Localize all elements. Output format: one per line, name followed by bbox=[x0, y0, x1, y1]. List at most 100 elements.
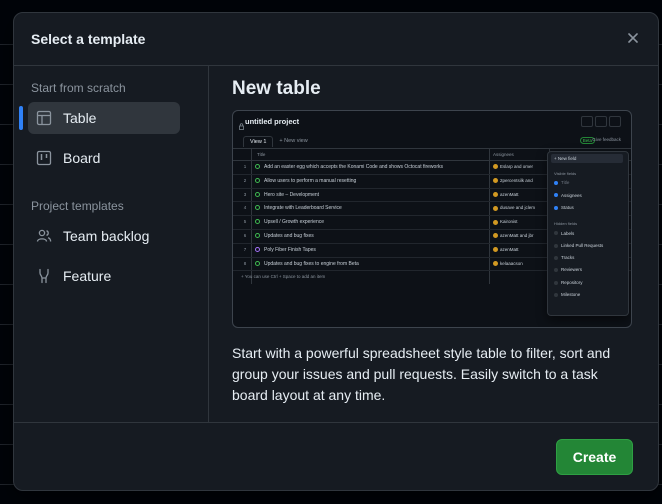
preview-field-label: Assignees bbox=[561, 192, 582, 198]
issue-status-icon bbox=[255, 177, 260, 183]
preview-feedback: Give feedback bbox=[592, 137, 621, 142]
sidebar-item-label: Feature bbox=[63, 268, 112, 284]
issue-status-icon bbox=[255, 191, 260, 197]
template-dialog: Select a template Start from scratch Tab… bbox=[13, 12, 659, 491]
preview-row-assignee: Eslarp and omer bbox=[500, 164, 534, 169]
preview-field-label: Tracks bbox=[561, 255, 575, 261]
preview-row-assignee-cell: kelaaacson bbox=[493, 261, 549, 266]
board-icon bbox=[35, 149, 53, 167]
preview-row-title: Poly Fiber Finish Tapes bbox=[264, 246, 316, 253]
preview-row-number: 1 bbox=[243, 164, 247, 169]
preview-tabs: View 1 + New view bbox=[243, 134, 308, 148]
preview-row-assignee: azenMatt bbox=[500, 246, 519, 252]
preview-row-title: Upsell / Growth experience bbox=[264, 219, 325, 226]
issue-status-icon bbox=[255, 260, 260, 266]
sidebar-item-board[interactable]: Board bbox=[28, 142, 180, 174]
avatar bbox=[493, 164, 498, 170]
sidebar-item-team-backlog[interactable]: Team backlog bbox=[28, 220, 180, 252]
avatar bbox=[493, 178, 498, 184]
toggle-dot-icon bbox=[554, 292, 558, 297]
preview-hidden-field: Milestone bbox=[554, 292, 580, 297]
toggle-dot-icon bbox=[554, 268, 558, 273]
preview-col-assignees: Assignees bbox=[493, 152, 514, 157]
preview-project-title: untitled project bbox=[245, 117, 300, 126]
preview-add-item: + You can use Ctrl + Space to add an ite… bbox=[241, 274, 326, 280]
preview-row-assignee-cell: dusave and jclem bbox=[493, 205, 549, 211]
preview-row-title: Integrate with Leaderboard Service bbox=[264, 205, 342, 212]
preview-new-field: + New field bbox=[554, 156, 577, 161]
preview-row-number: 8 bbox=[243, 260, 247, 266]
preview-row-assignee: 2percentsilk and bbox=[500, 177, 533, 183]
preview-hidden-field: Linked Pull Requests bbox=[554, 243, 603, 248]
preview-tab-view1: View 1 bbox=[243, 135, 274, 147]
preview-field-label: Repository bbox=[561, 279, 583, 285]
preview-hidden-field: Repository bbox=[554, 280, 583, 285]
preview-field-label: Title bbox=[561, 180, 570, 185]
preview-row-assignee: azenMatt bbox=[500, 191, 519, 197]
preview-row-title: Add an easter egg which accepts the Kona… bbox=[264, 164, 443, 170]
preview-visible-field: Assignees bbox=[554, 193, 582, 198]
preview-field-label: Labels bbox=[561, 230, 575, 236]
preview-hidden-field: Reviewers bbox=[554, 267, 582, 272]
toggle-dot-icon bbox=[554, 231, 558, 236]
toggle-dot-icon bbox=[554, 193, 558, 198]
issue-status-icon bbox=[255, 246, 260, 252]
sidebar-item-label: Board bbox=[63, 150, 101, 166]
sidebar-item-table[interactable]: Table bbox=[28, 102, 180, 134]
preview-row-assignee-cell: azenMatt and jbr bbox=[493, 232, 549, 239]
people-icon bbox=[35, 227, 53, 245]
preview-row-assignee-cell: azenMatt bbox=[493, 246, 549, 253]
toggle-dot-icon bbox=[554, 180, 558, 185]
preview-visible-field: Status bbox=[554, 205, 574, 210]
preview-row-number: 5 bbox=[243, 219, 247, 225]
preview-row-assignee-cell: Eslarp and omer bbox=[493, 164, 549, 170]
dialog-footer: Create bbox=[14, 422, 658, 490]
create-button[interactable]: Create bbox=[556, 439, 633, 475]
preview-hidden-field: Tracks bbox=[554, 255, 574, 260]
preview-field-label: Reviewers bbox=[561, 267, 583, 273]
preview-row-assignee: azenMatt and jbr bbox=[500, 232, 534, 238]
section-project-templates: Project templates bbox=[31, 199, 124, 213]
preview-hidden-field: Labels bbox=[554, 231, 574, 236]
preview-row-title: Updates and bug fixes to engine from Bet… bbox=[264, 260, 359, 267]
preview-header: untitled project bbox=[233, 111, 631, 133]
preview-row-number: 6 bbox=[243, 232, 247, 238]
preview-tab-new: + New view bbox=[279, 138, 308, 144]
avatar bbox=[493, 219, 498, 225]
preview-row-number: 7 bbox=[243, 246, 247, 252]
preview-fields-menu: + New field Visible fields Title Assignee… bbox=[547, 151, 629, 316]
preview-row-number: 3 bbox=[243, 191, 247, 197]
table-icon bbox=[35, 109, 53, 127]
preview-row-assignee: Kaironist bbox=[500, 219, 518, 225]
toggle-dot-icon bbox=[554, 205, 558, 210]
sidebar-item-feature[interactable]: Feature bbox=[28, 260, 180, 292]
sidebar-item-label: Table bbox=[63, 110, 97, 126]
preview-visible-header: Visible fields bbox=[554, 171, 577, 176]
preview-row-number: 2 bbox=[243, 177, 247, 183]
preview-hidden-header: Hidden fields bbox=[554, 220, 578, 226]
preview-row-title: Allow users to perform a manual resettin… bbox=[264, 177, 357, 184]
template-sidebar: Start from scratch Table Board Project t… bbox=[14, 66, 209, 422]
preview-row-assignee-cell: Kaironist bbox=[493, 219, 549, 225]
preview-row-assignee-cell: 2percentsilk and bbox=[493, 177, 549, 184]
preview-col-title: Title bbox=[257, 152, 266, 157]
avatar bbox=[493, 260, 498, 266]
preview-row-assignee: dusave and jclem bbox=[500, 205, 536, 211]
issue-status-icon bbox=[255, 164, 260, 169]
preview-row-number: 4 bbox=[243, 205, 247, 211]
issue-status-icon bbox=[255, 219, 260, 225]
close-button[interactable] bbox=[622, 27, 644, 49]
preview-row-assignee-cell: azenMatt bbox=[493, 192, 549, 197]
lock-icon bbox=[239, 117, 244, 135]
template-heading: New table bbox=[232, 78, 321, 99]
avatar bbox=[493, 247, 498, 253]
toggle-dot-icon bbox=[554, 255, 558, 260]
preview-toolbar bbox=[581, 116, 621, 127]
template-preview-image: untitled project View 1 + New view Beta … bbox=[232, 110, 632, 328]
preview-field-label: Milestone bbox=[561, 292, 581, 297]
selected-indicator bbox=[19, 106, 23, 130]
template-description: Start with a powerful spreadsheet style … bbox=[232, 345, 611, 403]
avatar bbox=[493, 233, 498, 239]
toggle-dot-icon bbox=[554, 280, 558, 285]
preview-visible-field: Title bbox=[554, 180, 569, 185]
